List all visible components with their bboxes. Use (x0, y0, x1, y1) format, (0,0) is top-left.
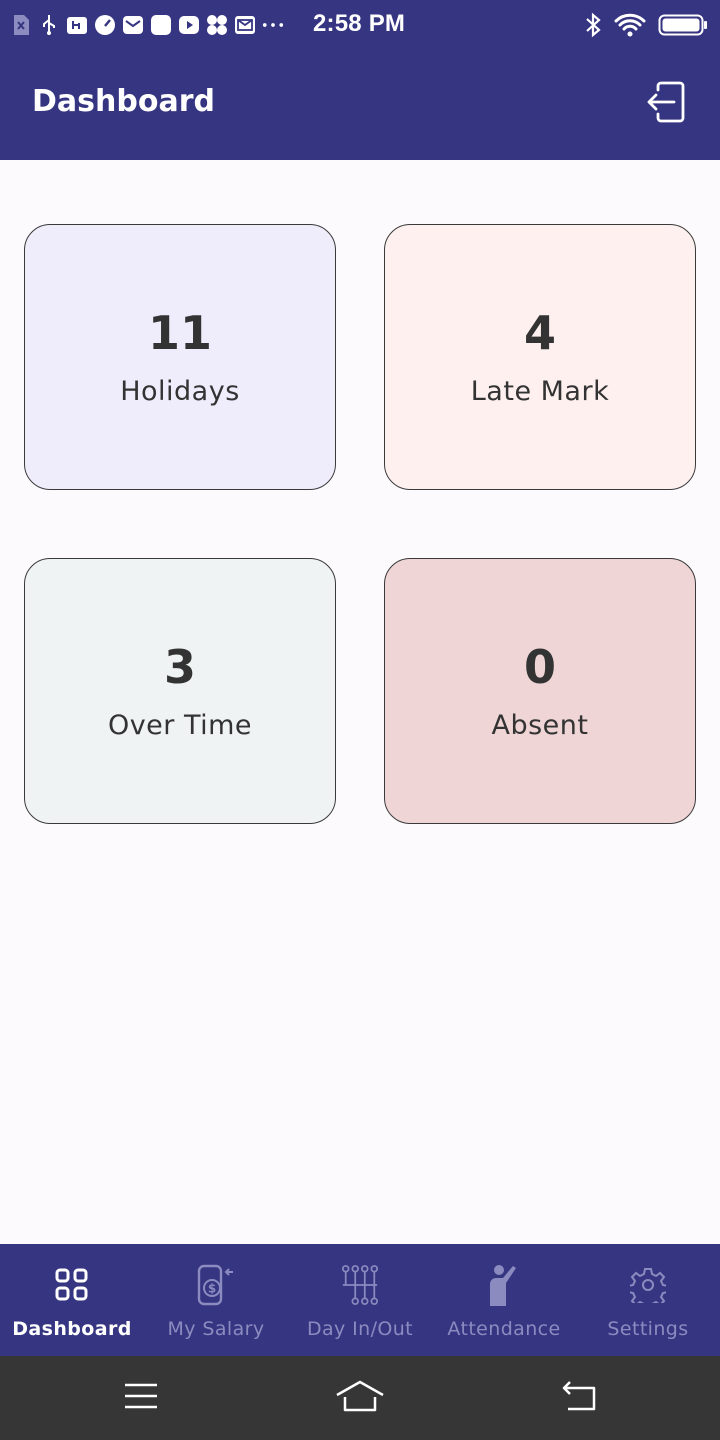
app-icon (150, 14, 172, 36)
nav-label-day-in-out: Day In/Out (306, 1318, 414, 1340)
nav-item-dashboard[interactable]: Dashboard (0, 1244, 144, 1356)
status-time: 2:58 PM (313, 10, 406, 37)
late-mark-card[interactable]: 4 Late Mark (384, 224, 696, 490)
page-title: Dashboard (32, 84, 215, 119)
system-navigation-bar (0, 1356, 720, 1440)
bluetooth-icon (584, 12, 602, 42)
dashboard-grid-icon (52, 1264, 92, 1306)
nav-item-my-salary[interactable]: $ My Salary (144, 1244, 288, 1356)
status-bar-notification-icons (10, 12, 284, 38)
wifi-icon (614, 12, 646, 42)
logout-icon (644, 80, 688, 128)
late-mark-count: 4 (523, 305, 556, 360)
over-time-label: Over Time (107, 709, 253, 741)
usb-icon (38, 14, 60, 36)
nav-label-settings: Settings (607, 1318, 689, 1340)
home-button[interactable] (336, 1378, 384, 1418)
nav-item-attendance[interactable]: Attendance (432, 1244, 576, 1356)
svg-text:$: $ (208, 1282, 216, 1296)
absent-card[interactable]: 0 Absent (384, 558, 696, 824)
mail-icon (122, 14, 144, 36)
absent-count: 0 (523, 639, 556, 694)
holidays-card[interactable]: 11 Holidays (24, 224, 336, 490)
nav-label-attendance: Attendance (447, 1318, 561, 1340)
holidays-count: 11 (147, 305, 212, 360)
fan-icon (206, 14, 228, 36)
over-time-count: 3 (163, 639, 196, 694)
salary-phone-icon: $ (196, 1264, 236, 1306)
back-button[interactable] (558, 1378, 602, 1418)
dashboard-content: 11 Holidays 4 Late Mark 3 Over Time 0 Ab… (0, 160, 720, 1244)
nav-item-settings[interactable]: Settings (576, 1244, 720, 1356)
nav-label-my-salary: My Salary (167, 1318, 265, 1340)
usb-debug-icon (66, 14, 88, 36)
gear-icon (628, 1264, 668, 1306)
speed-icon (94, 14, 116, 36)
menu-button[interactable] (119, 1378, 163, 1418)
app-bar: Dashboard (0, 50, 720, 160)
youtube-icon (178, 14, 200, 36)
nav-item-day-in-out[interactable]: Day In/Out (288, 1244, 432, 1356)
absent-label: Absent (491, 709, 589, 741)
nav-label-dashboard: Dashboard (12, 1318, 132, 1340)
status-bar: 2:58 PM (0, 0, 720, 50)
sim-x-icon (10, 14, 32, 36)
late-mark-label: Late Mark (470, 375, 610, 407)
attendance-person-icon (484, 1264, 524, 1306)
back-icon (560, 1380, 600, 1416)
bottom-nav: Dashboard $ My Salary Day In/Out Attenda… (0, 1244, 720, 1356)
over-time-card[interactable]: 3 Over Time (24, 558, 336, 824)
logout-button[interactable] (642, 80, 690, 128)
status-bar-system-icons (584, 12, 708, 42)
more-dots-icon (262, 14, 284, 36)
holidays-label: Holidays (120, 375, 240, 407)
battery-icon (658, 13, 708, 41)
home-icon (335, 1379, 385, 1417)
day-in-out-icon (340, 1264, 380, 1306)
message-icon (234, 14, 256, 36)
menu-icon (123, 1382, 159, 1414)
